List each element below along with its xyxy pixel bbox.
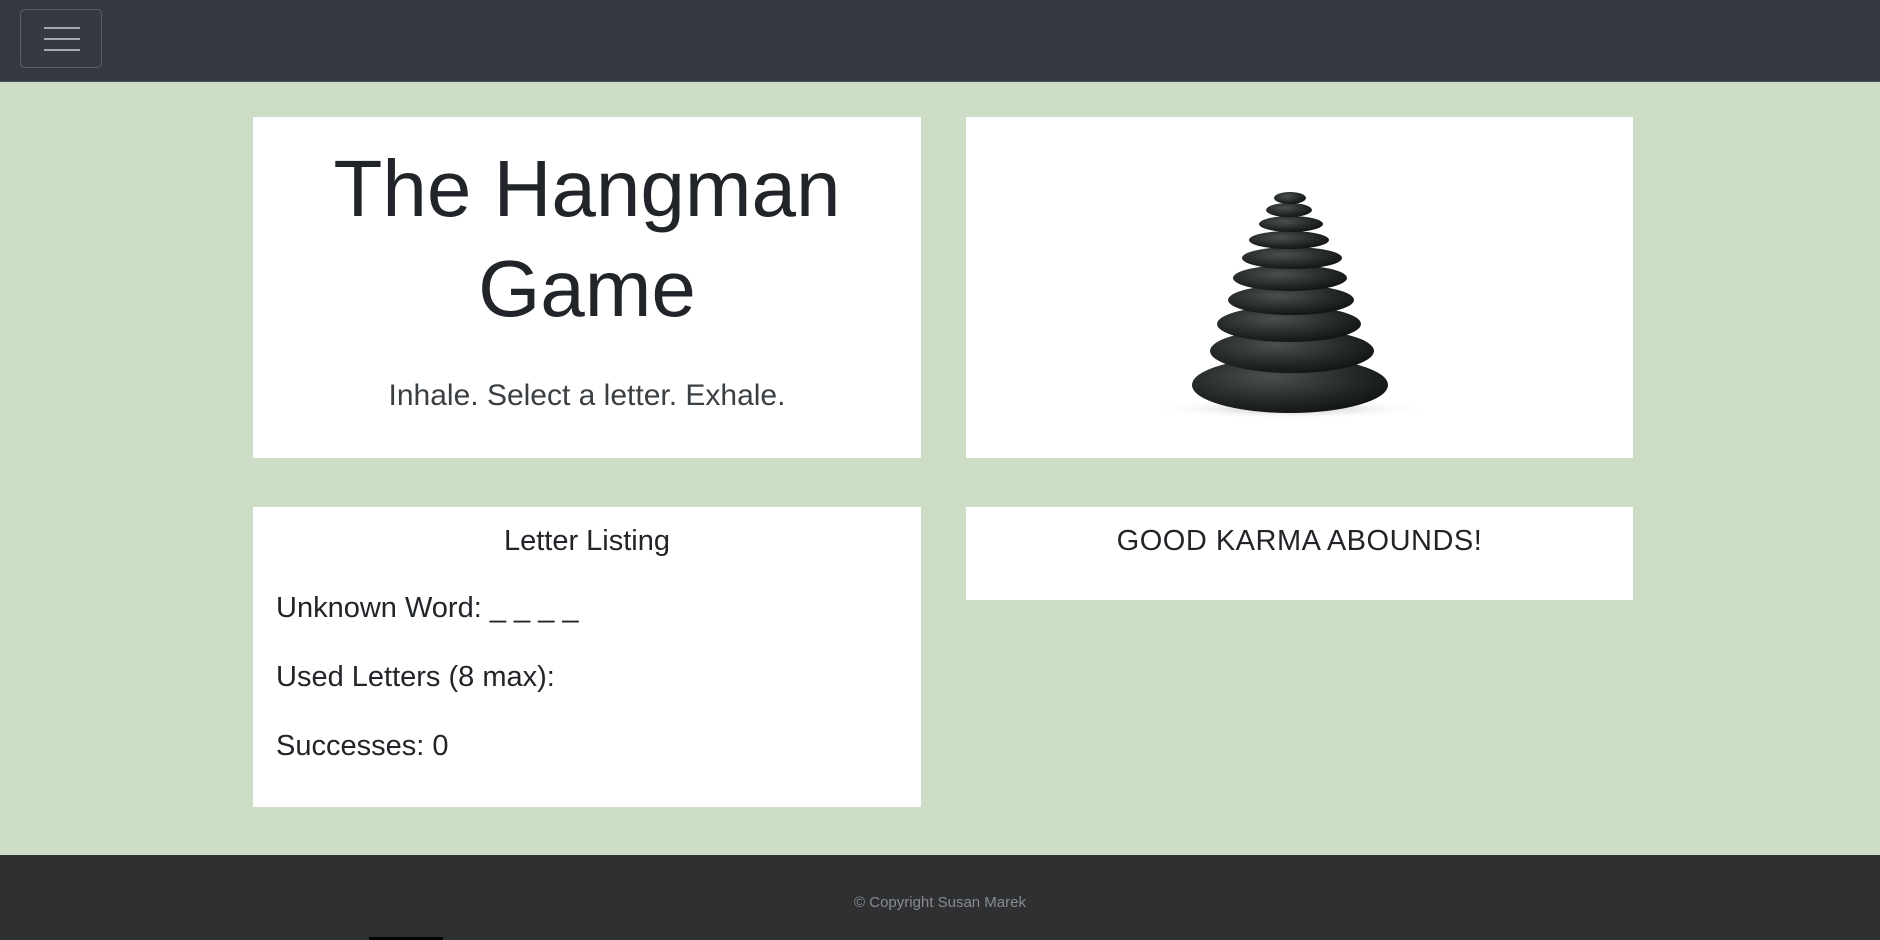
unknown-word: Unknown Word: _ _ _ _ <box>276 592 579 624</box>
menu-toggle-button[interactable] <box>20 9 102 68</box>
zen-stones-image <box>966 117 1633 458</box>
hamburger-bar <box>44 38 80 40</box>
stacked-stones-illustration <box>1151 192 1431 419</box>
copyright-text: © Copyright Susan Marek <box>854 894 1026 911</box>
hamburger-menu-icon <box>44 27 80 29</box>
used-letters: Used Letters (8 max): <box>276 661 555 693</box>
karma-status-card: GOOD KARMA ABOUNDS! <box>966 507 1633 600</box>
game-title-line1: The Hangman <box>333 144 841 233</box>
hamburger-bar <box>44 49 80 51</box>
game-title-line2: Game <box>478 244 696 333</box>
game-title: The Hangman Game <box>253 117 921 339</box>
page-footer: © Copyright Susan Marek <box>0 855 1880 940</box>
letter-listing-heading: Letter Listing <box>503 525 671 557</box>
game-subtitle: Inhale. Select a letter. Exhale. <box>388 379 786 412</box>
successes-count: Successes: 0 <box>276 730 449 762</box>
top-navbar <box>0 0 1880 82</box>
letter-listing-card: Letter Listing Unknown Word: _ _ _ _ Use… <box>253 507 921 807</box>
title-card: The Hangman Game Inhale. Select a letter… <box>253 117 921 458</box>
karma-message: GOOD KARMA ABOUNDS! <box>1116 525 1483 557</box>
